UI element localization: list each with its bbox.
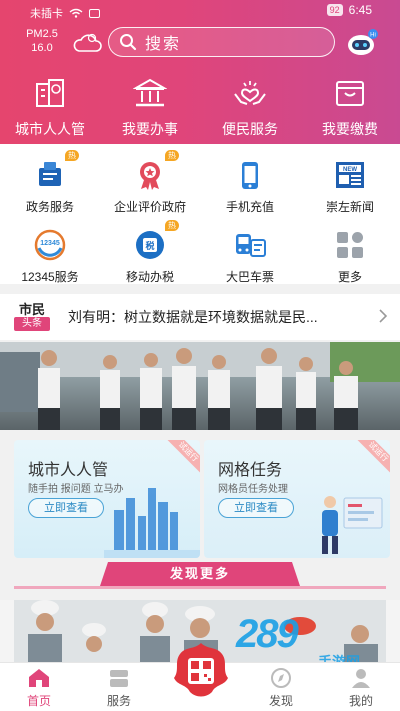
card-grid-tasks[interactable]: 网格任务 网格员任务处理 立即查看 试运行 (204, 440, 390, 558)
hand-heart-icon (234, 81, 266, 105)
service-enterprise-evaluation[interactable]: 热 企业评价政府 (100, 144, 200, 214)
card-subtitle: 随手拍 报问题 立马办 (28, 484, 124, 495)
service-label: 企业评价政府 (113, 200, 186, 214)
tab-label: 我的 (348, 694, 373, 708)
svg-text:12345: 12345 (40, 240, 60, 247)
watermark-logo: 289 (236, 612, 299, 656)
service-label: 手机充值 (225, 200, 274, 214)
search-icon (120, 34, 137, 51)
wifi-icon (69, 8, 83, 18)
news-logo-bottom: 头条 (14, 317, 50, 331)
discover-icon (271, 668, 291, 688)
view-now-button[interactable]: 立即查看 (218, 498, 294, 518)
hotline-icon: 12345 (34, 229, 66, 261)
bus-ticket-icon (236, 234, 266, 257)
service-mobile-recharge[interactable]: 手机充值 (200, 144, 300, 214)
city-management-icon (36, 79, 64, 107)
search-placeholder: 搜索 (145, 36, 182, 53)
service-government-affairs[interactable]: 热 政务服务 (0, 144, 100, 214)
service-label: 崇左新闻 (325, 200, 374, 214)
home-icon (29, 669, 49, 687)
tab-label: 首页 (26, 694, 51, 708)
air-quality[interactable]: PM2.5 16.0 (20, 27, 64, 55)
service-label: 大巴车票 (225, 270, 274, 284)
robot-assistant-icon[interactable]: Hi (346, 28, 378, 58)
svg-text:NEW: NEW (343, 167, 357, 173)
service-label: 12345服务 (21, 270, 79, 284)
service-more[interactable]: 更多 (300, 214, 400, 284)
battery-icon: 92 (326, 4, 343, 16)
service-label: 政务服务 (25, 200, 74, 214)
news-photo[interactable] (0, 342, 400, 430)
nav-payment[interactable]: 我要缴费 (300, 72, 400, 144)
search-bar[interactable]: 搜索 (108, 27, 335, 57)
tax-icon: 税 (136, 231, 164, 259)
card-city-management[interactable]: 城市人人管 随手拍 报问题 立马办 立即查看 试运行 (14, 440, 200, 558)
view-now-button[interactable]: 立即查看 (28, 498, 104, 518)
service-grid: 热 政务服务 热 企业评价政府 手机充值 NEW 崇左新闻 12345 1234… (0, 144, 400, 284)
carrier-text: 未插卡 (30, 8, 63, 20)
service-label: 移动办税 (125, 270, 174, 284)
nav-label: 城市人人管 (15, 121, 85, 137)
status-bar: 未插卡 92 6:45 (0, 0, 400, 22)
government-affairs-icon (39, 162, 61, 186)
nav-label: 我要办事 (122, 121, 178, 137)
tab-services[interactable]: 服务 (84, 667, 154, 711)
service-mobile-tax[interactable]: 税 热 移动办税 (100, 214, 200, 284)
nav-convenience-services[interactable]: 便民服务 (200, 72, 300, 144)
nav-label: 便民服务 (222, 121, 278, 137)
service-12345-hotline[interactable]: 12345 12345服务 (0, 214, 100, 284)
clock-text: 6:45 (348, 3, 372, 17)
services-icon (110, 670, 128, 687)
pm-label: PM2.5 (26, 28, 58, 40)
chevron-right-icon (379, 309, 388, 323)
service-chongzuo-news[interactable]: NEW 崇左新闻 (300, 144, 400, 214)
cloud-icon[interactable] (72, 33, 102, 53)
robot-badge: Hi (370, 33, 376, 39)
svg-text:税: 税 (145, 240, 154, 252)
section-title: 发现更多 (100, 562, 300, 586)
phone-icon (242, 162, 258, 189)
news-logo: 市民 头条 (14, 303, 50, 331)
service-label: 更多 (337, 270, 362, 284)
tab-label: 服务 (106, 694, 131, 708)
award-icon (140, 162, 160, 190)
discover-more-header: 发现更多 (0, 560, 400, 600)
tab-discover[interactable]: 发现 (246, 667, 316, 711)
tab-home[interactable]: 首页 (4, 667, 74, 711)
card-subtitle: 网格员任务处理 (218, 484, 288, 495)
card-title: 城市人人管 (28, 462, 109, 479)
card-title: 网格任务 (218, 462, 283, 479)
nav-city-management[interactable]: 城市人人管 (0, 72, 100, 144)
government-building-icon (133, 78, 167, 107)
profile-icon (352, 669, 370, 688)
top-navigation: 城市人人管 我要办事 便民服务 我要缴费 (0, 72, 400, 144)
more-grid-icon (337, 232, 363, 258)
hot-badge: 热 (165, 150, 179, 161)
hot-badge: 热 (165, 220, 179, 231)
hot-badge: 热 (65, 150, 79, 161)
nav-label: 我要缴费 (322, 121, 378, 137)
newspaper-icon: NEW (336, 162, 364, 188)
pm-value: 16.0 (31, 42, 53, 54)
news-headline: 刘有明：树立数据就是环境数据就是民... (68, 309, 318, 325)
feature-cards: 城市人人管 随手拍 报问题 立马办 立即查看 试运行 网格任务 网格员任务处理 … (0, 440, 400, 560)
qr-scan-button-icon[interactable] (170, 640, 232, 702)
news-photo-image (0, 342, 400, 430)
tab-label: 发现 (268, 694, 293, 708)
nav-handle-affairs[interactable]: 我要办事 (100, 72, 200, 144)
wallet-icon (336, 81, 364, 106)
section-divider (14, 586, 386, 589)
news-logo-top: 市民 (18, 302, 45, 317)
service-bus-ticket[interactable]: 大巴车票 (200, 214, 300, 284)
notification-icon (89, 8, 100, 18)
news-headline-bar[interactable]: 市民 头条 刘有明：树立数据就是环境数据就是民... (0, 294, 400, 340)
tab-profile[interactable]: 我的 (326, 667, 396, 711)
